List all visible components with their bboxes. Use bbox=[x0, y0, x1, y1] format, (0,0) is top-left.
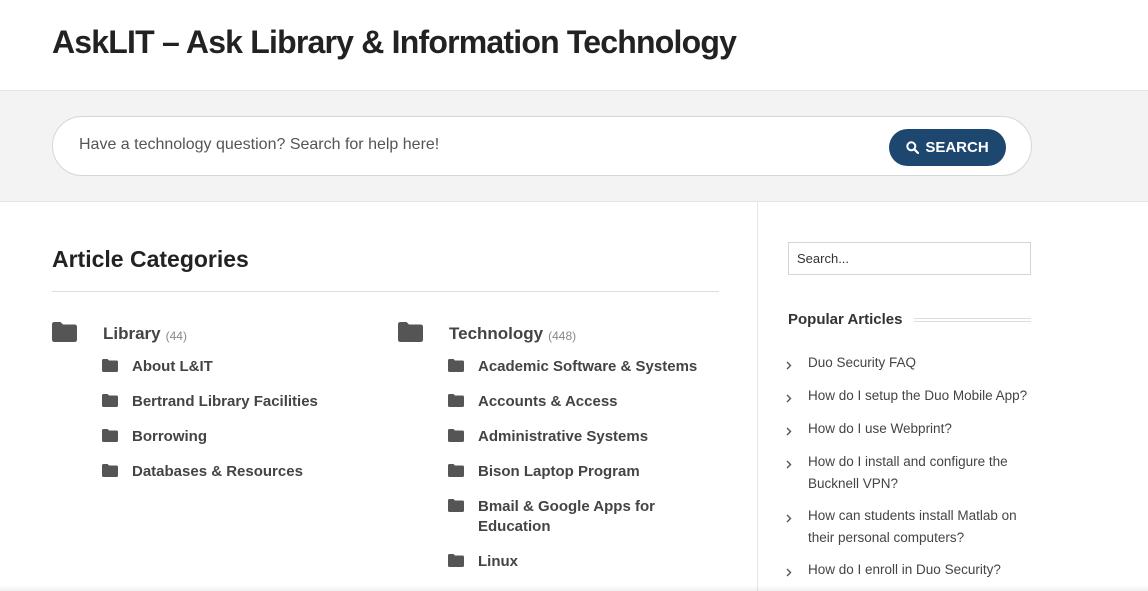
subcategory-label[interactable]: Administrative Systems bbox=[478, 427, 708, 447]
folder-icon bbox=[102, 359, 118, 377]
subcategory-item[interactable]: Administrative Systems bbox=[448, 427, 718, 447]
subcategory-list: Academic Software & Systems Accounts & A… bbox=[448, 357, 718, 572]
site-title[interactable]: AskLIT – Ask Library & Information Techn… bbox=[52, 24, 737, 61]
popular-articles-heading: Popular Articles bbox=[788, 311, 1031, 328]
folder-icon bbox=[102, 464, 118, 482]
subcategory-item[interactable]: Bertrand Library Facilities bbox=[102, 392, 372, 412]
subcategory-item[interactable]: Borrowing bbox=[102, 427, 372, 447]
heading-divider bbox=[52, 291, 719, 292]
section-heading: Article Categories bbox=[52, 246, 249, 272]
category-technology: Technology (448) Academic Software & Sys… bbox=[398, 321, 718, 587]
folder-icon bbox=[448, 554, 464, 572]
hero-search-box: Have a technology question? Search for h… bbox=[52, 116, 1032, 176]
chevron-right-icon bbox=[786, 456, 796, 474]
subcategory-label[interactable]: Bertrand Library Facilities bbox=[132, 392, 362, 412]
subcategory-label[interactable]: About L&IT bbox=[132, 357, 362, 377]
subcategory-label[interactable]: Bmail & Google Apps for Education bbox=[478, 497, 708, 537]
folder-icon bbox=[448, 499, 464, 517]
heading-rule bbox=[914, 317, 1031, 322]
chevron-right-icon bbox=[786, 510, 796, 528]
popular-article-link[interactable]: How can students install Matlab on their… bbox=[808, 505, 1036, 549]
popular-article-item[interactable]: Duo Security FAQ bbox=[786, 352, 1036, 375]
subcategory-label[interactable]: Linux bbox=[478, 552, 708, 572]
folder-icon bbox=[398, 321, 423, 347]
category-name[interactable]: Library bbox=[103, 324, 161, 344]
folder-icon bbox=[448, 464, 464, 482]
subcategory-label[interactable]: Borrowing bbox=[132, 427, 362, 447]
popular-article-item[interactable]: How do I use Webprint? bbox=[786, 418, 1036, 441]
folder-icon bbox=[448, 359, 464, 377]
popular-article-item[interactable]: How do I enroll in Duo Security? bbox=[786, 559, 1036, 582]
popular-article-item[interactable]: How do I install and configure the Buckn… bbox=[786, 451, 1036, 495]
subcategory-label[interactable]: Bison Laptop Program bbox=[478, 462, 708, 482]
category-count: (44) bbox=[165, 328, 187, 343]
search-icon bbox=[906, 141, 920, 154]
sidebar-divider bbox=[757, 202, 758, 591]
hero-search-input[interactable]: Have a technology question? Search for h… bbox=[79, 136, 439, 154]
bottom-shadow bbox=[0, 585, 1148, 591]
subcategory-label[interactable]: Accounts & Access bbox=[478, 392, 708, 412]
subcategory-item[interactable]: Bison Laptop Program bbox=[448, 462, 718, 482]
popular-article-item[interactable]: How do I setup the Duo Mobile App? bbox=[786, 385, 1036, 408]
popular-article-item[interactable]: How can students install Matlab on their… bbox=[786, 505, 1036, 549]
folder-icon bbox=[102, 394, 118, 412]
popular-articles-title: Popular Articles bbox=[788, 311, 903, 328]
folder-icon bbox=[448, 394, 464, 412]
category-header[interactable]: Technology (448) bbox=[398, 321, 718, 347]
chevron-right-icon bbox=[786, 564, 796, 582]
subcategory-label[interactable]: Academic Software & Systems bbox=[478, 357, 708, 377]
popular-articles-list: Duo Security FAQ How do I setup the Duo … bbox=[786, 352, 1036, 591]
search-button[interactable]: SEARCH bbox=[889, 129, 1006, 166]
subcategory-item[interactable]: About L&IT bbox=[102, 357, 372, 377]
subcategory-item[interactable]: Databases & Resources bbox=[102, 462, 372, 482]
subcategory-item[interactable]: Accounts & Access bbox=[448, 392, 718, 412]
chevron-right-icon bbox=[786, 357, 796, 375]
main-content: Article Categories Library (44) About L&… bbox=[0, 202, 1148, 591]
subcategory-label[interactable]: Databases & Resources bbox=[132, 462, 362, 482]
hero-search-band: Have a technology question? Search for h… bbox=[0, 91, 1148, 202]
site-header: AskLIT – Ask Library & Information Techn… bbox=[0, 0, 1148, 91]
category-library: Library (44) About L&IT Bertrand Library… bbox=[52, 321, 372, 497]
folder-icon bbox=[52, 321, 77, 347]
category-header[interactable]: Library (44) bbox=[52, 321, 372, 347]
sidebar-search-input[interactable]: Search... bbox=[788, 242, 1031, 275]
chevron-right-icon bbox=[786, 390, 796, 408]
subcategory-item[interactable]: Linux bbox=[448, 552, 718, 572]
subcategory-list: About L&IT Bertrand Library Facilities B… bbox=[102, 357, 372, 482]
chevron-right-icon bbox=[786, 423, 796, 441]
popular-article-link[interactable]: How do I enroll in Duo Security? bbox=[808, 559, 1036, 581]
category-name[interactable]: Technology bbox=[449, 324, 543, 344]
search-button-label: SEARCH bbox=[925, 139, 989, 156]
folder-icon bbox=[448, 429, 464, 447]
subcategory-item[interactable]: Bmail & Google Apps for Education bbox=[448, 497, 718, 537]
popular-article-link[interactable]: How do I use Webprint? bbox=[808, 418, 1036, 440]
subcategory-item[interactable]: Academic Software & Systems bbox=[448, 357, 718, 377]
category-count: (448) bbox=[548, 328, 577, 343]
folder-icon bbox=[102, 429, 118, 447]
popular-article-link[interactable]: How do I install and configure the Buckn… bbox=[808, 451, 1036, 495]
popular-article-link[interactable]: How do I setup the Duo Mobile App? bbox=[808, 385, 1036, 407]
popular-article-link[interactable]: Duo Security FAQ bbox=[808, 352, 1036, 374]
